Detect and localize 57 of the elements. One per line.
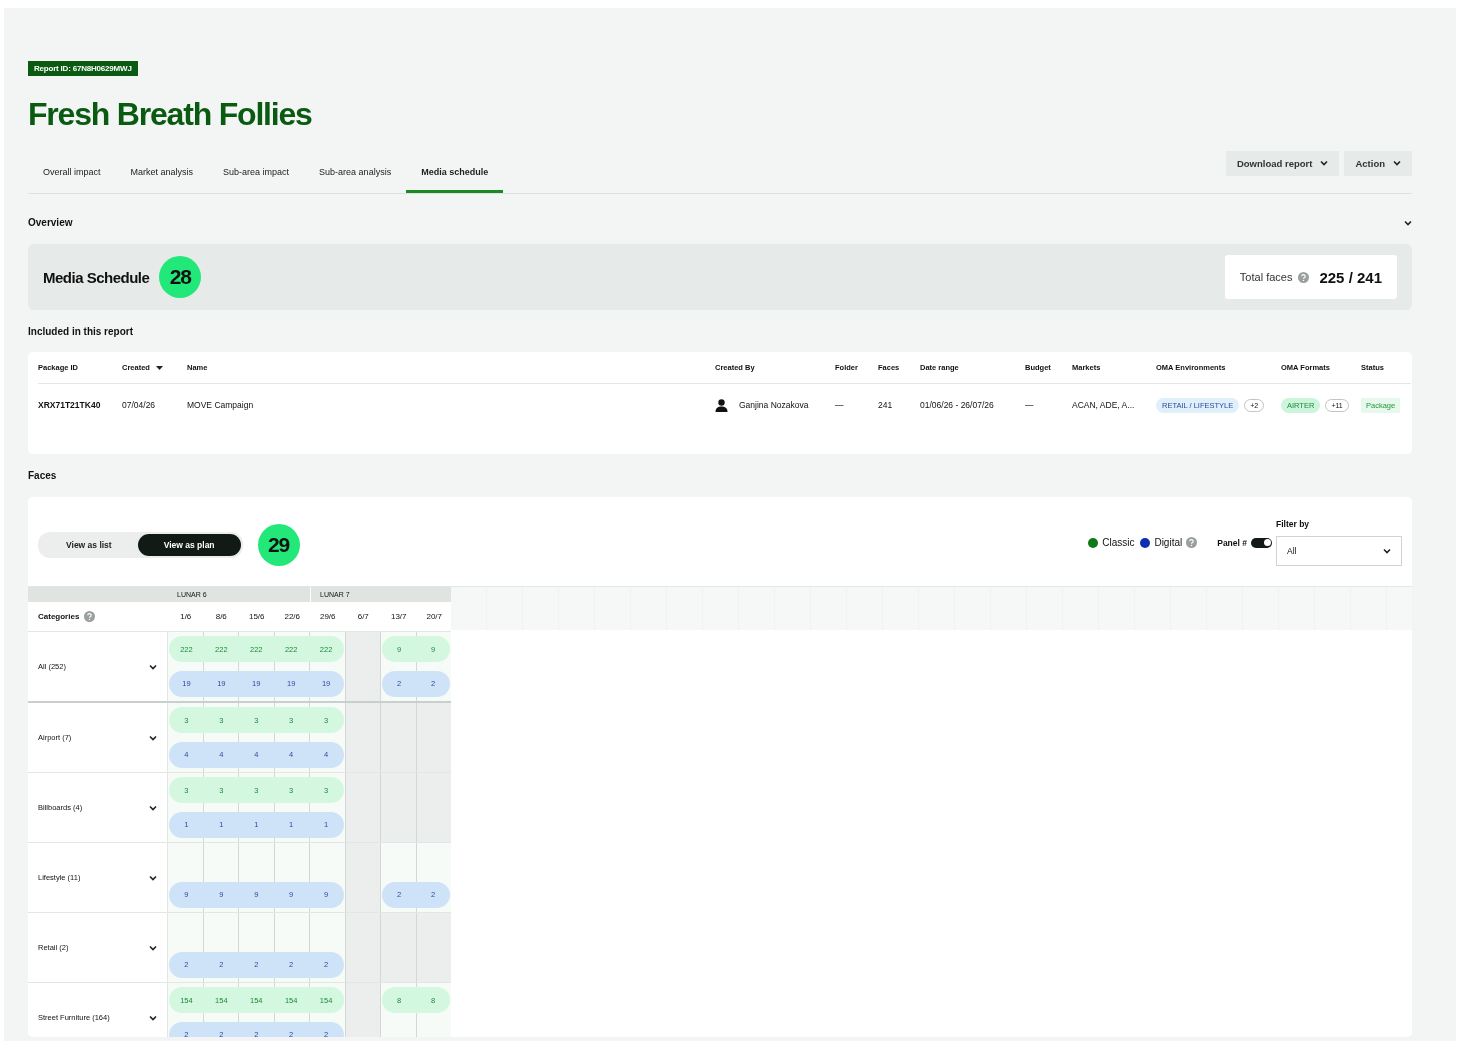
section-title: Overview [28,217,73,228]
view-option[interactable]: View as plan [137,534,241,556]
chevron-down-icon [149,1014,157,1021]
table-cell: Ganjina Nozakova [739,400,809,410]
dropdown-button[interactable]: Download report [1225,150,1340,176]
week-date: 29/6 [318,612,337,621]
table-cell: MOVE Campaign [187,400,254,410]
help-icon [1186,537,1198,548]
chevron-down-icon [149,804,157,811]
tab[interactable]: Sub-area analysis [304,153,407,193]
table-cell: — [1025,400,1034,410]
week-date: 13/7 [389,612,408,621]
table-cell: 241 [878,400,893,410]
categories-header: Categories [38,612,80,621]
filter-dropdown[interactable]: All [1276,536,1402,566]
chevron-down-icon [1404,219,1412,226]
table-cell: 07/04/26 [122,400,156,410]
chevron-down-icon [149,944,157,951]
panel-title: Media Schedule [43,268,150,286]
week-date: 15/6 [247,612,266,621]
tab[interactable]: Market analysis [115,153,209,193]
tab[interactable]: Overall impact [28,153,116,193]
chevron-down-icon [1320,160,1329,166]
legend-label: Classic [1102,537,1135,548]
chevron-down-icon [149,874,157,881]
help-icon [84,611,96,622]
tab[interactable]: Sub-area impact [208,153,305,193]
dropdown-button[interactable]: Action [1344,150,1412,176]
legend-label: Digital [1154,537,1183,548]
tab[interactable]: Media schedule [406,153,504,193]
week-date: 6/7 [356,612,370,621]
person-icon [715,398,728,412]
table-cell: ACAN, ADE, A... [1072,400,1135,410]
report-id-badge: Report ID: 67N8H0629MWJ [28,61,138,76]
week-date: 22/6 [283,612,302,621]
table-cell: — [835,400,844,410]
chevron-down-icon [149,734,157,741]
help-icon [1298,271,1310,283]
toggle-switch[interactable] [1251,537,1272,548]
chevron-down-icon [1393,160,1401,166]
filter-label: Filter by [1276,519,1311,529]
total-value: 225 / 241 [1319,268,1382,286]
total-label: Total faces [1239,271,1293,283]
view-option[interactable]: View as list [40,534,138,556]
section-title: Included in this report [28,326,134,337]
week-date: 1/6 [179,612,193,621]
table-cell: XRX71T21TK40 [38,400,101,410]
chevron-down-icon [149,663,157,670]
panel-label: Panel # [1217,537,1247,548]
count-badge: 29 [257,524,300,566]
count-badge: 28 [159,256,202,298]
section-title: Faces [28,470,58,481]
week-date: 8/6 [214,612,228,621]
report-title: Fresh Breath Follies [28,96,313,133]
table-cell: 01/06/26 - 26/07/26 [920,400,994,410]
chevron-down-icon [1383,548,1391,554]
week-date: 20/7 [425,612,444,621]
